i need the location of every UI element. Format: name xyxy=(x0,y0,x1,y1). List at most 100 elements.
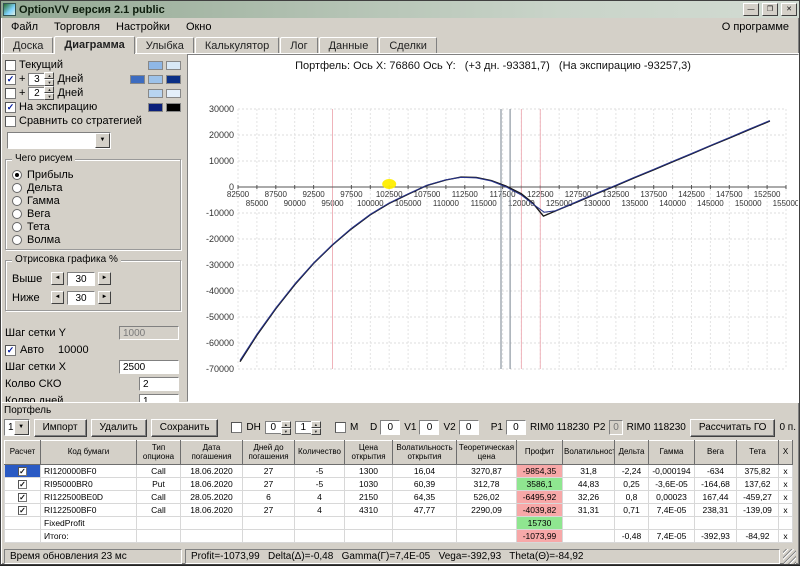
up-arrow-icon[interactable]: ▲ xyxy=(280,420,291,428)
portfolio-selector[interactable]: 1 ▼ xyxy=(4,419,30,436)
menu-about[interactable]: О программе xyxy=(714,20,797,34)
color-swatch[interactable] xyxy=(148,102,163,112)
calc-margin-button[interactable]: Рассчитать ГО xyxy=(689,418,776,437)
minimize-button[interactable]: — xyxy=(743,3,759,16)
color-swatch[interactable] xyxy=(148,74,163,84)
table-row-0[interactable]: RI120000BF0Call18.06.202027-5130016,0432… xyxy=(4,464,793,478)
row-select-cell-1[interactable] xyxy=(4,477,41,491)
tab-3[interactable]: Калькулятор xyxy=(194,37,280,53)
tab-0[interactable]: Доска xyxy=(3,37,54,53)
menu-item-3[interactable]: Окно xyxy=(178,20,220,34)
m-checkbox[interactable] xyxy=(334,422,346,433)
row-checkbox-2[interactable] xyxy=(18,493,27,503)
param-field-1[interactable]: 0 xyxy=(419,420,440,435)
table-row-4[interactable]: FixedProfit 15730 xyxy=(4,516,793,530)
series-checkbox-1[interactable] xyxy=(5,73,16,85)
days-stepper-1[interactable]: 3 ▲ ▼ xyxy=(28,72,55,86)
tab-4[interactable]: Лог xyxy=(280,37,318,53)
row-checkbox-3[interactable] xyxy=(18,506,27,516)
col-header-2[interactable]: Тип опциона xyxy=(136,440,181,465)
down-arrow-icon[interactable]: ▼ xyxy=(310,427,321,435)
draw-option-4[interactable]: Тета xyxy=(12,220,176,233)
color-swatch[interactable] xyxy=(148,60,163,70)
dh-stepper-2[interactable]: 1 ▲ ▼ xyxy=(294,420,321,435)
chevron-down-icon[interactable]: ▼ xyxy=(95,133,110,148)
step-y-input[interactable]: 1000 xyxy=(119,326,179,340)
col-header-15[interactable]: Х xyxy=(778,440,793,465)
col-header-10[interactable]: Волатильность xyxy=(562,440,615,465)
auto-checkbox[interactable] xyxy=(5,344,16,356)
menu-item-0[interactable]: Файл xyxy=(3,20,46,34)
increase-button[interactable]: ► xyxy=(98,272,111,285)
draw-option-3[interactable]: Вега xyxy=(12,207,176,220)
param-field-0[interactable]: 0 xyxy=(380,420,401,435)
down-arrow-icon[interactable]: ▼ xyxy=(44,79,55,86)
import-button[interactable]: Импорт xyxy=(33,418,87,437)
draw-option-0[interactable]: Прибыль xyxy=(12,168,176,181)
series-checkbox-3[interactable] xyxy=(5,101,16,113)
col-header-14[interactable]: Тета xyxy=(736,440,779,465)
close-button[interactable]: ✕ xyxy=(781,3,797,16)
up-arrow-icon[interactable]: ▲ xyxy=(310,420,321,428)
strategy-combobox[interactable]: ▼ xyxy=(7,132,111,149)
up-arrow-icon[interactable]: ▲ xyxy=(44,86,55,93)
chart-canvas[interactable]: -70000 -60000 -50000 -40000 -30000 -20000 -100… xyxy=(188,55,799,401)
decrease-button[interactable]: ◄ xyxy=(51,291,64,304)
increase-button[interactable]: ► xyxy=(98,291,111,304)
param-field-2[interactable]: 0 xyxy=(458,420,479,435)
col-header-3[interactable]: Дата погашения xyxy=(180,440,243,465)
col-header-9[interactable]: Профит xyxy=(516,440,563,465)
tab-2[interactable]: Улыбка xyxy=(135,37,194,53)
draw-option-2[interactable]: Гамма xyxy=(12,194,176,207)
param-field-3[interactable]: 0 xyxy=(505,420,526,435)
delete-button[interactable]: Удалить xyxy=(90,418,147,437)
col-header-11[interactable]: Дельта xyxy=(614,440,649,465)
dh-stepper-1[interactable]: 0 ▲ ▼ xyxy=(264,420,291,435)
color-swatch[interactable] xyxy=(166,88,181,98)
draw-option-1[interactable]: Дельта xyxy=(12,181,176,194)
color-swatch[interactable] xyxy=(166,102,181,112)
menu-item-1[interactable]: Торговля xyxy=(46,20,108,34)
tab-1[interactable]: Диаграмма xyxy=(54,36,135,54)
row-select-cell-5[interactable] xyxy=(4,529,41,543)
color-swatch[interactable] xyxy=(166,74,181,84)
color-swatch[interactable] xyxy=(148,88,163,98)
decrease-button[interactable]: ◄ xyxy=(51,272,64,285)
color-swatch[interactable] xyxy=(166,60,181,70)
step-x-input[interactable]: 2500 xyxy=(119,360,179,374)
table-row-3[interactable]: RI122500BF0Call18.06.2020274431047,77229… xyxy=(4,503,793,517)
table-row-2[interactable]: RI122500BE0DCall28.05.202064215064,35526… xyxy=(4,490,793,504)
draw-option-5[interactable]: Волма xyxy=(12,233,176,246)
tab-6[interactable]: Сделки xyxy=(379,37,437,53)
days-count-input[interactable]: 1 xyxy=(139,394,179,402)
tab-5[interactable]: Данные xyxy=(318,37,379,53)
series-checkbox-0[interactable] xyxy=(5,59,16,71)
down-arrow-icon[interactable]: ▼ xyxy=(280,427,291,435)
down-arrow-icon[interactable]: ▼ xyxy=(44,93,55,100)
row-select-cell-4[interactable] xyxy=(4,516,41,530)
chevron-down-icon[interactable]: ▼ xyxy=(13,420,29,435)
compare-checkbox[interactable] xyxy=(5,115,16,127)
col-header-4[interactable]: Дней до погашения xyxy=(242,440,295,465)
payoff-chart[interactable]: Портфель: Ось X: 76860 Ось Y: (+3 дн. -9… xyxy=(187,54,799,402)
p2-field[interactable]: 0 xyxy=(609,420,623,435)
col-header-8[interactable]: Теоретическая цена xyxy=(456,440,517,465)
table-row-5[interactable]: Итого: -1073,99 -0,48 7,4E-05 -392,93 -84,92 х xyxy=(4,529,793,543)
col-header-1[interactable]: Код бумаги xyxy=(40,440,137,465)
color-swatch[interactable] xyxy=(130,74,145,84)
row-select-cell-3[interactable] xyxy=(4,503,41,517)
col-header-12[interactable]: Гамма xyxy=(648,440,695,465)
col-header-13[interactable]: Вега xyxy=(694,440,737,465)
col-header-0[interactable]: Расчет xyxy=(4,440,41,465)
col-header-6[interactable]: Цена открытия xyxy=(344,440,393,465)
series-checkbox-2[interactable] xyxy=(5,87,16,99)
maximize-button[interactable]: ❐ xyxy=(762,3,778,16)
row-checkbox-1[interactable] xyxy=(18,480,27,490)
sko-input[interactable]: 2 xyxy=(139,377,179,391)
col-header-7[interactable]: Волатильность открытия xyxy=(392,440,457,465)
save-button[interactable]: Сохранить xyxy=(150,418,219,437)
dh-checkbox[interactable] xyxy=(231,422,243,433)
row-checkbox-0[interactable] xyxy=(18,467,27,477)
col-header-5[interactable]: Количество xyxy=(294,440,345,465)
resize-grip[interactable] xyxy=(783,549,796,564)
